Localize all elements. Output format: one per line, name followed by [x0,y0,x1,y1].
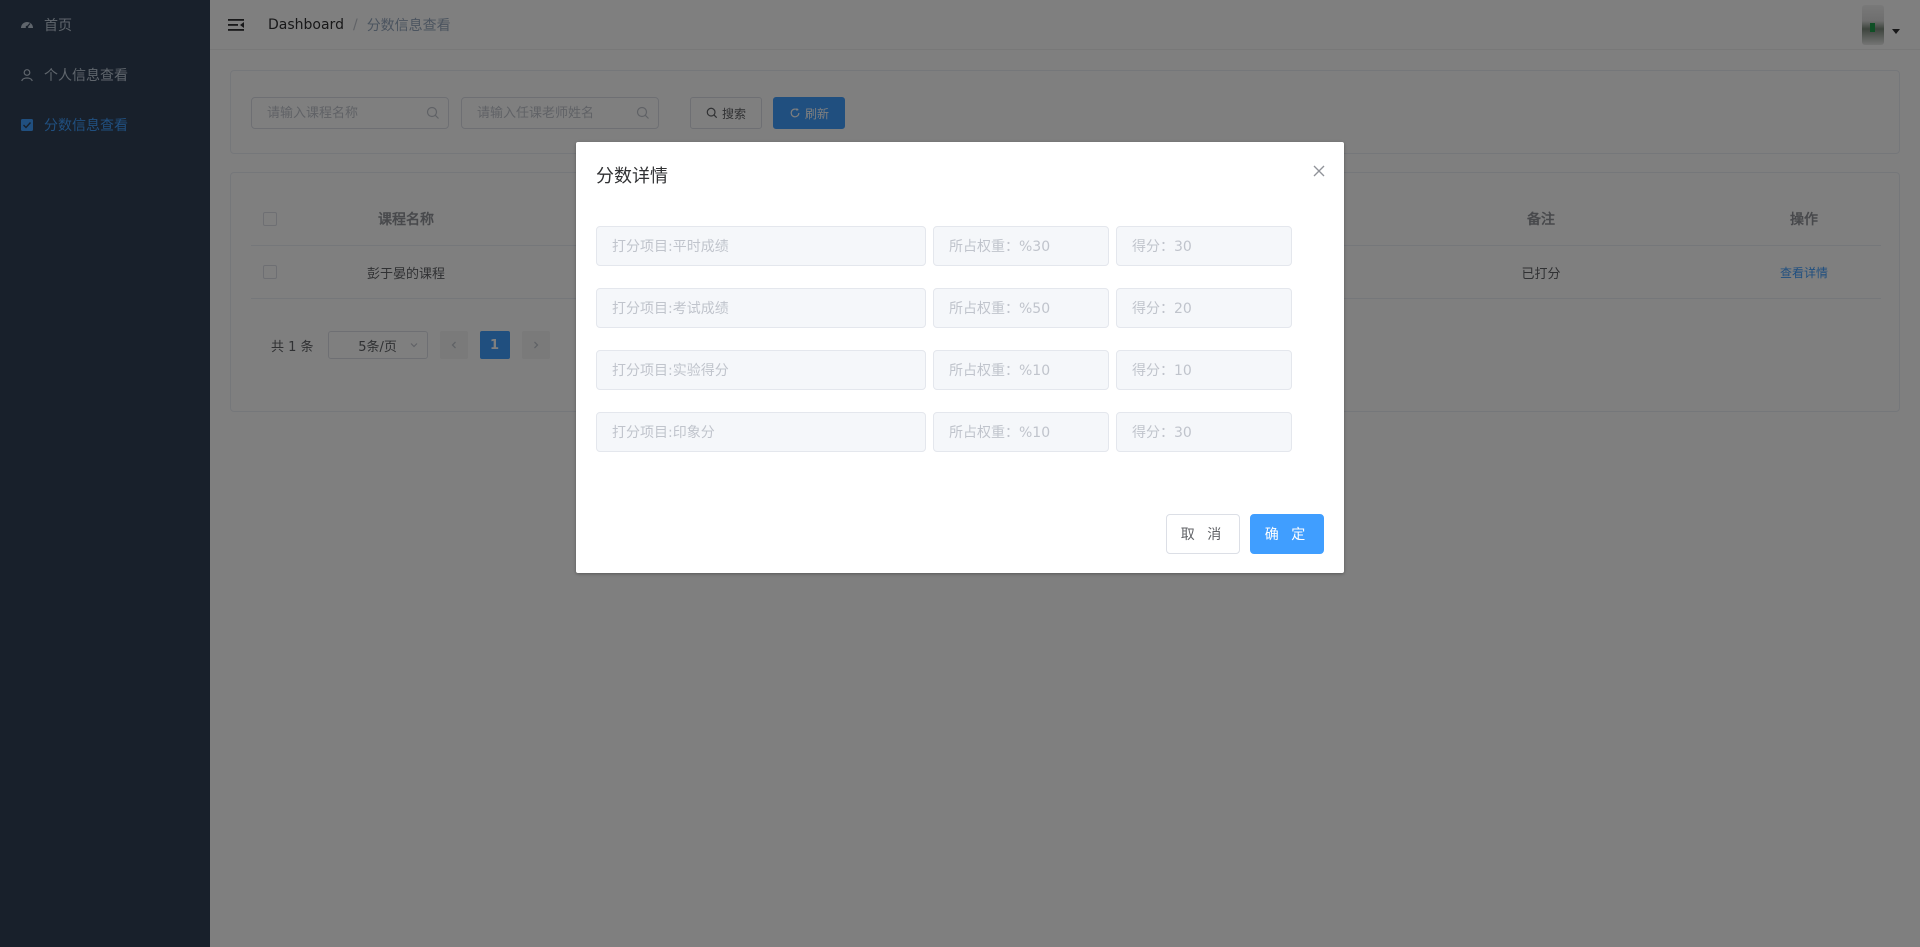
score-item-field: 打分项目:考试成绩 [596,288,926,328]
dialog-title: 分数详情 [596,166,668,187]
score-item-field: 打分项目:印象分 [596,412,926,452]
score-value-field: 得分：30 [1116,226,1292,266]
score-weight-field: 所占权重：%10 [933,350,1109,390]
score-weight-field: 所占权重：%30 [933,226,1109,266]
score-item-field: 打分项目:平时成绩 [596,226,926,266]
confirm-button[interactable]: 确 定 [1250,514,1324,554]
score-detail-dialog: 分数详情 打分项目:平时成绩 所占权重：%30 得分：30 打分项目:考试成绩 … [576,142,1344,573]
cancel-button[interactable]: 取 消 [1166,514,1240,554]
score-weight-field: 所占权重：%10 [933,412,1109,452]
score-value-field: 得分：30 [1116,412,1292,452]
close-icon[interactable] [1312,164,1326,178]
score-value-field: 得分：10 [1116,350,1292,390]
score-item-field: 打分项目:实验得分 [596,350,926,390]
score-weight-field: 所占权重：%50 [933,288,1109,328]
score-value-field: 得分：20 [1116,288,1292,328]
